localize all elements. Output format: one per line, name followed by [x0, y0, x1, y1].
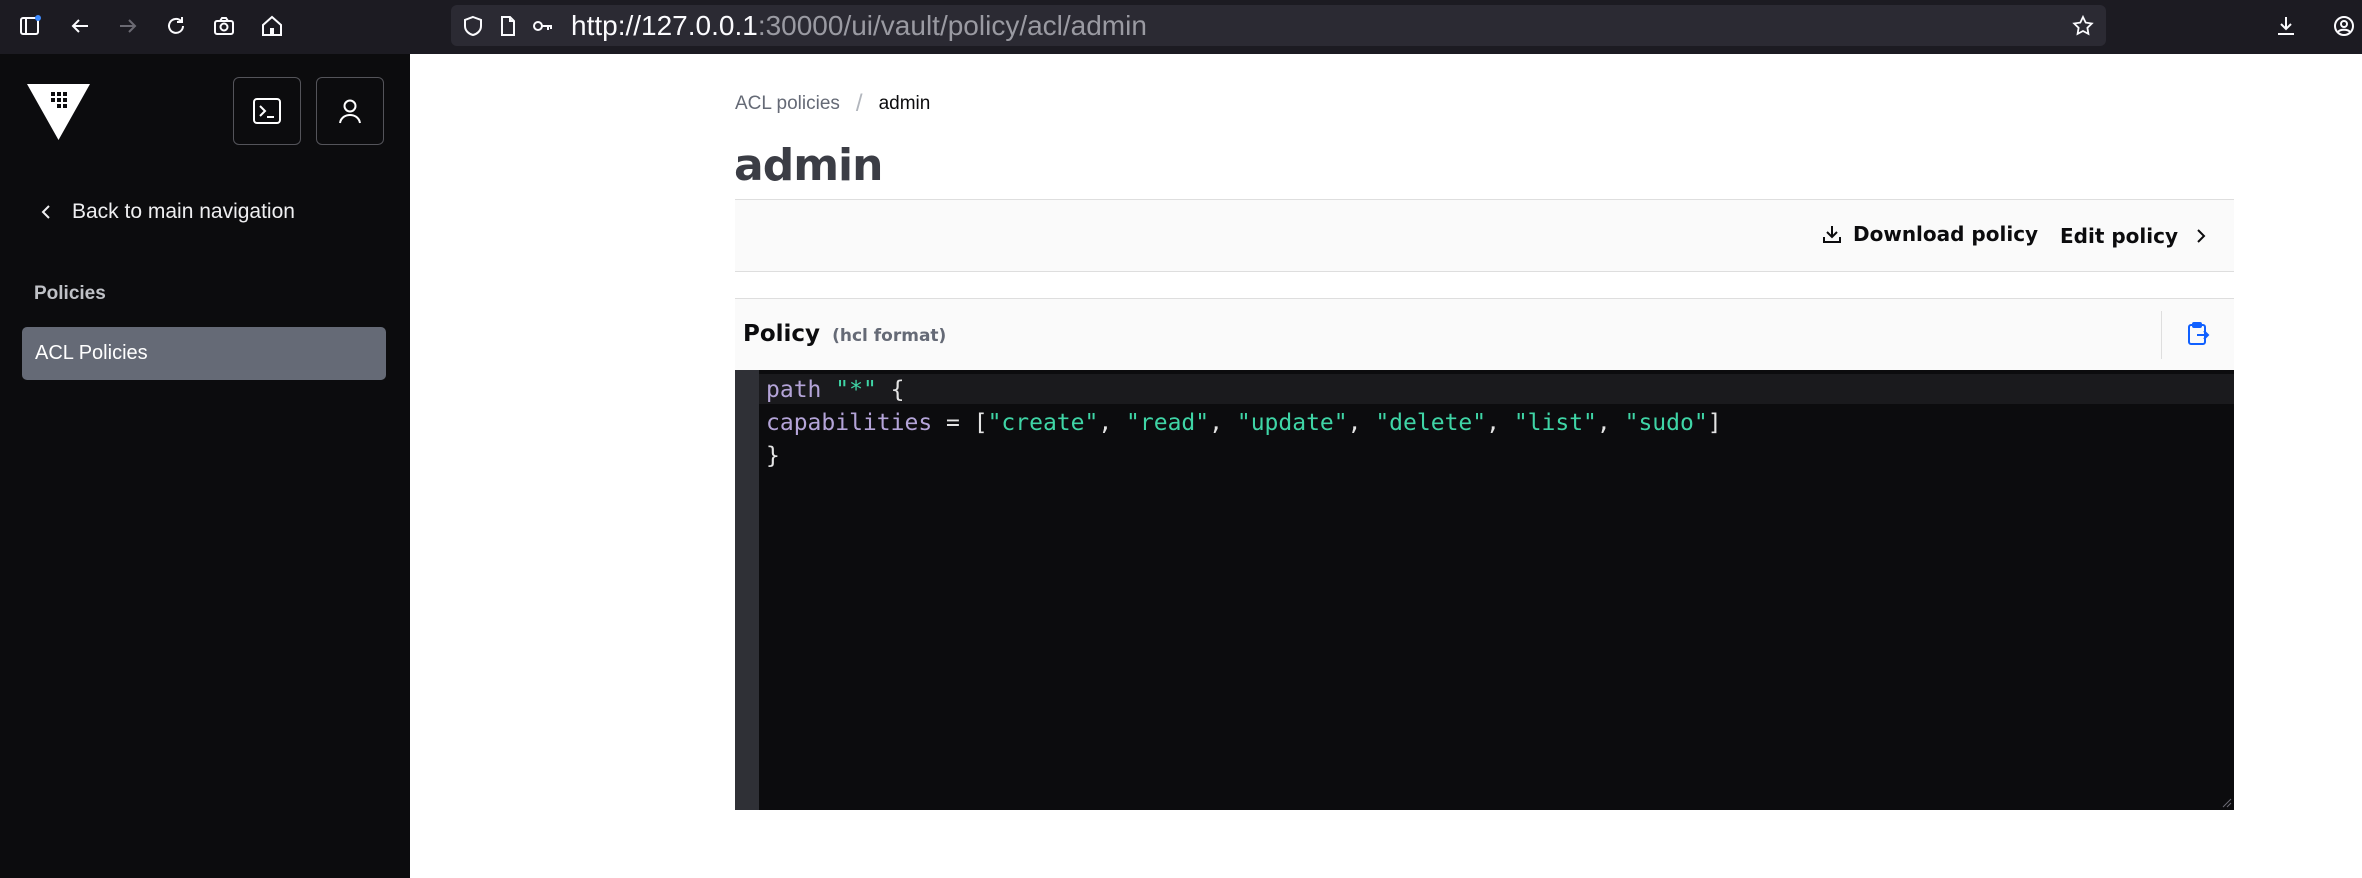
- code-close-bracket: ]: [1707, 410, 1722, 436]
- console-button[interactable]: [233, 77, 301, 145]
- sidebar: Back to main navigation Policies ACL Pol…: [0, 54, 410, 878]
- breadcrumb-acl-policies-link[interactable]: ACL policies: [735, 93, 840, 115]
- code-sep: ,: [1486, 410, 1514, 436]
- code-keyword-capabilities: capabilities: [766, 410, 933, 436]
- download-policy-button[interactable]: Download policy: [1821, 222, 2038, 246]
- copy-policy-button[interactable]: [2183, 319, 2213, 349]
- sidebar-toggle-icon[interactable]: [14, 10, 46, 42]
- code-open-brace: {: [890, 377, 905, 403]
- page-info-icon[interactable]: [496, 14, 520, 38]
- downloads-icon[interactable]: [2270, 10, 2302, 42]
- policy-toolbar: Download policy Edit policy: [735, 199, 2234, 272]
- policy-code-editor[interactable]: path "*" { capabilities = ["create", "re…: [735, 370, 2234, 810]
- back-to-main-navigation-link[interactable]: Back to main navigation: [38, 194, 295, 230]
- back-arrow-icon[interactable]: [64, 10, 96, 42]
- chevron-right-icon: [2197, 229, 2206, 243]
- clipboard-copy-icon: [2188, 322, 2210, 345]
- policy-title-text: Policy: [743, 321, 821, 347]
- breadcrumb-current: admin: [878, 93, 931, 114]
- breadcrumb: ACL policies / admin: [735, 90, 930, 118]
- chevron-left-icon: [41, 205, 50, 219]
- vault-logo-icon[interactable]: [27, 84, 90, 140]
- breadcrumb-separator: /: [855, 90, 863, 117]
- code-cap-list: "list": [1513, 410, 1597, 436]
- user-icon: [339, 99, 361, 124]
- code-sep: ,: [1209, 410, 1237, 436]
- edit-policy-label: Edit policy: [2060, 224, 2179, 248]
- url-bar[interactable]: http://127.0.0.1:30000/ui/vault/policy/a…: [451, 5, 2106, 46]
- code-assign: = [: [932, 410, 988, 436]
- policy-format-label: (hcl format): [832, 326, 947, 346]
- code-sep: ,: [1347, 410, 1376, 436]
- key-icon[interactable]: [531, 14, 555, 38]
- bookmark-star-icon[interactable]: [2071, 14, 2095, 38]
- code-close-brace: }: [766, 443, 780, 469]
- code-cap-read: "read": [1126, 410, 1210, 436]
- policy-title: Policy (hcl format): [743, 321, 946, 347]
- user-menu-button[interactable]: [316, 77, 384, 145]
- policy-code[interactable]: path "*" { capabilities = ["create", "re…: [766, 374, 1722, 473]
- code-sep: ,: [1098, 410, 1127, 436]
- edit-policy-button[interactable]: Edit policy: [2060, 224, 2212, 248]
- page-title: admin: [734, 140, 883, 191]
- resize-grip-icon[interactable]: [2222, 798, 2232, 808]
- code-cap-sudo: "sudo": [1624, 410, 1708, 436]
- divider: [2161, 311, 2162, 359]
- editor-gutter: [735, 370, 759, 810]
- screenshot-icon[interactable]: [208, 10, 240, 42]
- code-sep: ,: [1596, 410, 1625, 436]
- code-cap-create: "create": [987, 410, 1099, 436]
- sidebar-item-label: ACL Policies: [35, 342, 148, 364]
- download-icon: [1823, 226, 1841, 243]
- code-path-string: "*": [835, 377, 877, 403]
- browser-toolbar: http://127.0.0.1:30000/ui/vault/policy/a…: [0, 0, 2362, 54]
- code-keyword-path: path: [766, 377, 822, 403]
- shield-icon[interactable]: [461, 14, 485, 38]
- terminal-icon: [253, 98, 281, 124]
- code-cap-update: "update": [1236, 410, 1348, 436]
- sidebar-item-acl-policies[interactable]: ACL Policies: [22, 327, 386, 380]
- download-policy-label: Download policy: [1853, 222, 2039, 246]
- home-icon[interactable]: [256, 10, 288, 42]
- policy-header: Policy (hcl format): [735, 298, 2234, 370]
- reload-icon[interactable]: [160, 10, 192, 42]
- code-cap-delete: "delete": [1375, 410, 1487, 436]
- account-icon[interactable]: [2328, 10, 2360, 42]
- url-text[interactable]: http://127.0.0.1:30000/ui/vault/policy/a…: [571, 11, 1147, 41]
- forward-arrow-icon[interactable]: [112, 10, 144, 42]
- back-nav-label: Back to main navigation: [72, 200, 295, 223]
- sidebar-section-title: Policies: [34, 283, 106, 304]
